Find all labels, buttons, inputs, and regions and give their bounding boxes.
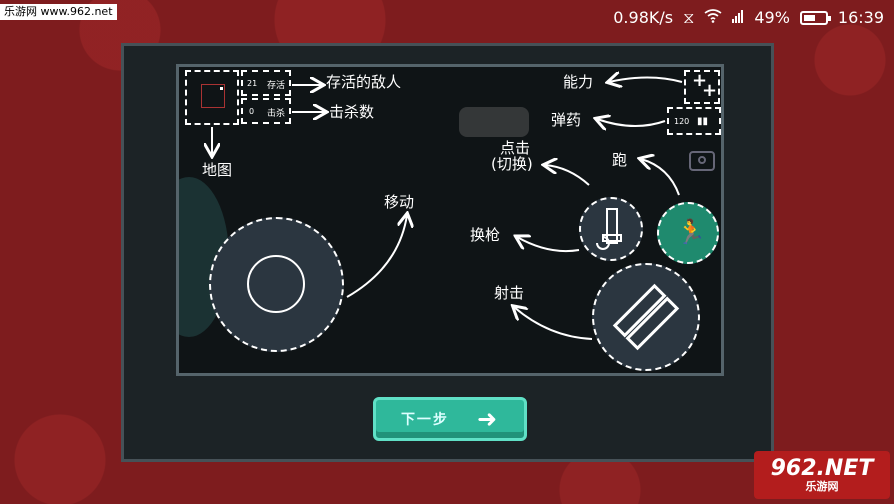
arrow-ammo: [597, 119, 666, 126]
logo-text: 962.NET: [770, 456, 874, 481]
arrow-run: [641, 159, 680, 196]
site-watermark: 乐游网 www.962.net: [0, 4, 117, 20]
arrow-move: [346, 215, 407, 298]
arrow-tap: [545, 165, 590, 186]
next-step-label: 下一步: [400, 412, 449, 428]
battery-percent: 49%: [754, 8, 790, 27]
arrow-ability: [609, 78, 683, 83]
arrow-switch-gun: [517, 237, 580, 253]
status-bar: 乐游网 www.962.net 0.98K/s ⧖ 49% 16:39: [0, 0, 894, 36]
arrow-shoot: [514, 307, 593, 340]
tutorial-screen: 21 存活 0 击杀 + + 120 ▮▮ 🏃 存活的敌人 击杀数 地图 移动 …: [176, 64, 724, 376]
signal-icon: [732, 8, 744, 28]
battery-icon: [799, 11, 831, 25]
arrow-right-icon: ➜: [476, 405, 500, 433]
clock: 16:39: [837, 8, 884, 27]
tutorial-arrows: [179, 67, 683, 340]
next-step-button[interactable]: 下一步 ➜: [373, 397, 527, 441]
site-logo-watermark: 962.NET 乐游网: [754, 451, 890, 499]
logo-subtext: 乐游网: [805, 480, 839, 493]
net-speed: 0.98K/s: [613, 8, 674, 27]
wifi-icon: [704, 8, 722, 28]
tutorial-dialog: 21 存活 0 击杀 + + 120 ▮▮ 🏃 存活的敌人 击杀数 地图 移动 …: [121, 43, 774, 462]
vibrate-icon: ⧖: [683, 8, 695, 27]
